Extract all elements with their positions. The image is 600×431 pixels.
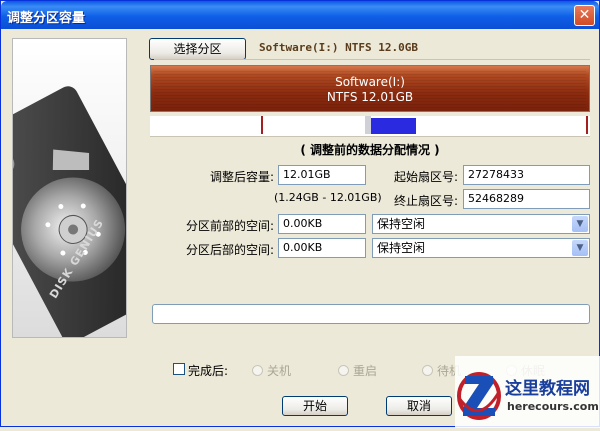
space-after-selected: 保持空闲	[377, 241, 426, 255]
watermark-title: 这里教程网	[505, 379, 590, 399]
size-range-hint: (1.24GB - 12.01GB)	[274, 191, 382, 204]
size-after-label: 调整后容量:	[209, 170, 274, 184]
radio-circle-icon	[338, 365, 349, 376]
space-before-input[interactable]: 0.00KB	[278, 214, 366, 234]
partition-name: Software(I:)	[335, 75, 405, 89]
window-title: 调整分区容量	[7, 11, 86, 26]
start-sector-label: 起始扇区号:	[393, 170, 458, 184]
space-after-label: 分区后部的空间:	[185, 243, 274, 257]
radio-circle-icon	[252, 365, 263, 376]
disk-genius-illustration: DISK GENIUS	[12, 38, 127, 338]
cancel-button[interactable]: 取消	[386, 396, 452, 416]
space-after-select[interactable]: 保持空闲 ▼	[372, 238, 590, 258]
chevron-down-icon[interactable]: ▼	[572, 240, 588, 256]
close-button[interactable]: ✕	[574, 5, 595, 26]
space-after-input[interactable]: 0.00KB	[278, 238, 366, 258]
end-sector-label: 终止扇区号:	[393, 194, 458, 208]
start-marker	[261, 116, 263, 134]
select-partition-button[interactable]: 选择分区	[149, 38, 246, 60]
resize-partition-dialog: 调整分区容量 ✕ DISK GENIUS 选择分区 Software(I:) N…	[0, 0, 600, 428]
size-after-input[interactable]: 12.01GB	[278, 165, 366, 185]
after-completion-checkbox[interactable]	[173, 363, 185, 375]
radio-shutdown[interactable]: 关机	[252, 362, 291, 379]
watermark-url: herecours.com	[507, 400, 599, 413]
close-icon: ✕	[578, 7, 591, 23]
selected-partition-info: Software(I:) NTFS 12.0GB	[259, 41, 418, 54]
site-watermark: 这里教程网 herecours.com	[455, 356, 600, 428]
distribution-caption: ( 调整前的数据分配情况 )	[300, 143, 440, 157]
progress-bar	[152, 304, 590, 324]
radio-restart[interactable]: 重启	[338, 362, 377, 379]
space-before-select[interactable]: 保持空闲 ▼	[372, 214, 590, 234]
partition-map-bar[interactable]: Software(I:) NTFS 12.01GB	[150, 65, 590, 112]
title-bar[interactable]: 调整分区容量 ✕	[1, 1, 599, 29]
chevron-down-icon[interactable]: ▼	[572, 216, 588, 232]
after-completion-label: 完成后:	[188, 364, 229, 378]
space-before-label: 分区前部的空间:	[185, 219, 274, 233]
hard-disk-icon	[13, 86, 126, 337]
divider	[154, 59, 590, 60]
space-before-selected: 保持空闲	[377, 217, 426, 231]
partition-fs-size: NTFS 12.01GB	[326, 90, 414, 104]
start-sector-field[interactable]: 27278433	[463, 165, 590, 185]
end-marker	[586, 116, 588, 134]
radio-circle-icon	[422, 365, 433, 376]
used-data-block	[371, 118, 416, 134]
end-sector-field[interactable]: 52468289	[463, 189, 590, 209]
data-distribution-strip	[150, 116, 590, 137]
start-button[interactable]: 开始	[282, 396, 348, 416]
